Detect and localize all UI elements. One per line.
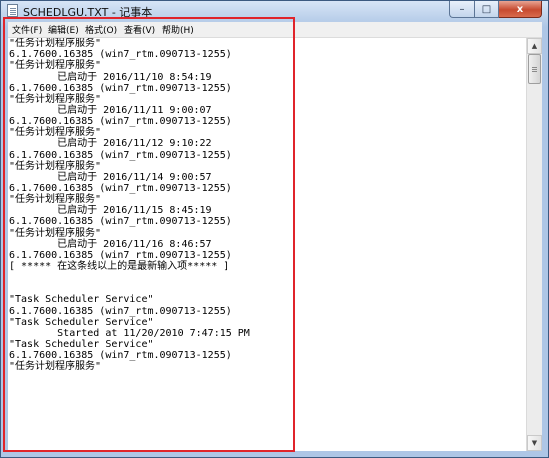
window-title: SCHEDLGU.TXT - 记事本 — [23, 6, 153, 19]
text-line: 已启动于 2016/11/11 9:00:07 — [9, 104, 212, 116]
text-editor[interactable]: "任务计划程序服务" 6.1.7600.16385 (win7_rtm.09071… — [8, 38, 526, 451]
text-line: 已启动于 2016/11/12 9:10:22 — [9, 138, 212, 150]
text-line: 6.1.7600.16385 (win7_rtm.090713-1255) — [9, 216, 232, 228]
text-line: 6.1.7600.16385 (win7_rtm.090713-1255) — [9, 183, 232, 194]
text-line: "Task Scheduler Service" — [9, 294, 154, 306]
text-line: 6.1.7600.16385 (win7_rtm.090713-1255) — [9, 305, 232, 317]
text-line: "任务计划程序服务" — [9, 194, 102, 206]
text-line: 已启动于 2016/11/14 9:00:57 — [9, 171, 212, 183]
menu-format[interactable]: 格式(O) — [85, 23, 117, 36]
text-line: 6.1.7600.16385 (win7_rtm.090713-1255) — [9, 350, 232, 362]
text-line: 6.1.7600.16385 (win7_rtm.090713-1255) — [9, 49, 232, 61]
scroll-down-button[interactable]: ▼ — [527, 435, 542, 451]
text-line: 已启动于 2016/11/10 8:54:19 — [9, 71, 212, 83]
menu-edit[interactable]: 编辑(E) — [48, 23, 79, 36]
text-line: "任务计划程序服务" — [9, 361, 102, 373]
text-line: 已启动于 2016/11/16 8:46:57 — [9, 238, 212, 250]
notepad-window: SCHEDLGU.TXT - 记事本 – □ x 文件(F) 编辑(E) 格式(… — [0, 0, 549, 458]
window-controls: – □ x — [449, 1, 542, 19]
scroll-up-button[interactable]: ▲ — [527, 38, 542, 54]
menu-help[interactable]: 帮助(H) — [162, 23, 194, 36]
menu-file[interactable]: 文件(F) — [12, 23, 42, 36]
text-line: "Task Scheduler Service" — [9, 316, 154, 328]
text-line: Started at 11/20/2010 7:47:15 PM — [9, 327, 250, 339]
text-line: "任务计划程序服务" — [9, 127, 102, 139]
text-line: "任务计划程序服务" — [9, 93, 102, 105]
menu-bar: 文件(F) 编辑(E) 格式(O) 查看(V) 帮助(H) — [8, 22, 542, 38]
text-line: "Task Scheduler Service" — [9, 339, 154, 351]
text-line: "任务计划程序服务" — [9, 60, 102, 72]
text-line: [ ***** 在这条线以上的是最新输入项***** ] — [9, 261, 230, 272]
scroll-thumb[interactable] — [528, 54, 541, 84]
text-line: 6.1.7600.16385 (win7_rtm.090713-1255) — [9, 149, 232, 161]
title-bar[interactable]: SCHEDLGU.TXT - 记事本 – □ x — [1, 1, 548, 21]
close-button[interactable]: x — [499, 1, 542, 18]
text-line: "任务计划程序服务" — [9, 160, 102, 172]
text-line: 6.1.7600.16385 (win7_rtm.090713-1255) — [9, 116, 232, 127]
vertical-scrollbar[interactable]: ▲ ▼ — [526, 38, 542, 451]
text-line: "任务计划程序服务" — [9, 38, 102, 49]
maximize-button[interactable]: □ — [474, 1, 499, 18]
text-line: 6.1.7600.16385 (win7_rtm.090713-1255) — [9, 249, 232, 261]
text-line: 6.1.7600.16385 (win7_rtm.090713-1255) — [9, 82, 232, 94]
text-line: 已启动于 2016/11/15 8:45:19 — [9, 205, 212, 217]
menu-view[interactable]: 查看(V) — [124, 23, 155, 36]
minimize-button[interactable]: – — [449, 1, 474, 18]
text-line: "任务计划程序服务" — [9, 227, 102, 239]
notepad-icon[interactable] — [7, 4, 18, 17]
